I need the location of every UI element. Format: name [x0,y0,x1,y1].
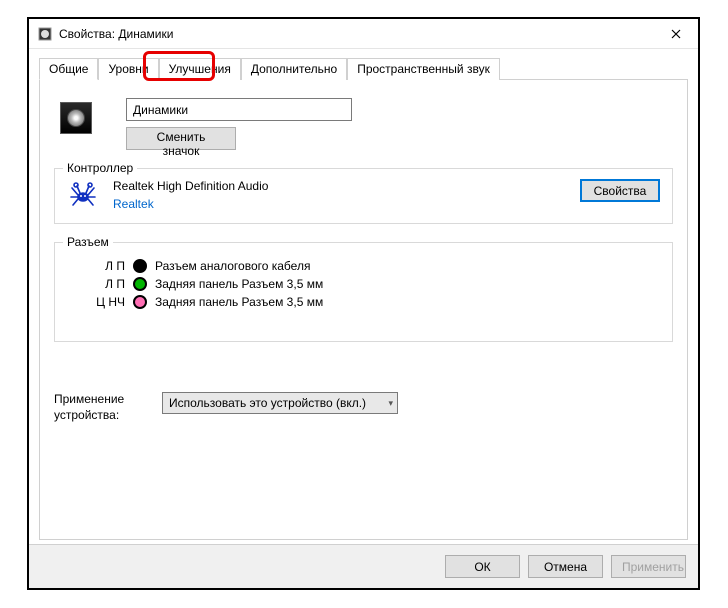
jack-color-icon [133,259,147,273]
jack-color-icon [133,295,147,309]
dialog-button-bar: ОК Отмена Применить [29,544,698,588]
jack-group: Разъем Л П Разъем аналогового кабеля Л П… [54,242,673,342]
device-usage-label: Применение устройства: [54,392,144,423]
realtek-crab-icon [67,179,99,211]
device-usage-value: Использовать это устройство (вкл.) [169,396,366,410]
jack-color-icon [133,277,147,291]
controller-group-title: Контроллер [63,161,137,175]
tab-content-general: Сменить значок Контроллер [39,80,688,540]
speaker-small-icon [37,26,53,42]
ok-button[interactable]: ОК [445,555,520,578]
window-title: Свойства: Динамики [59,27,653,41]
controller-vendor-link[interactable]: Realtek [113,197,566,211]
device-usage-select[interactable]: Использовать это устройство (вкл.) ▾ [162,392,398,414]
controller-group: Контроллер [54,168,673,224]
jack-label: Л П [67,259,125,273]
jack-label: Ц НЧ [67,295,125,309]
tab-strip: Общие Уровни Улучшения Дополнительно Про… [39,57,688,80]
tab-advanced[interactable]: Дополнительно [241,58,347,80]
jack-row: Ц НЧ Задняя панель Разъем 3,5 мм [67,295,660,309]
chevron-down-icon: ▾ [388,398,393,409]
jack-row: Л П Задняя панель Разъем 3,5 мм [67,277,660,291]
controller-name: Realtek High Definition Audio [113,179,566,193]
tab-enhancements[interactable]: Улучшения [159,58,241,80]
close-button[interactable] [653,19,698,49]
jack-desc: Разъем аналогового кабеля [155,259,310,273]
controller-properties-button[interactable]: Свойства [580,179,660,202]
jack-group-title: Разъем [63,235,113,249]
jack-desc: Задняя панель Разъем 3,5 мм [155,277,323,291]
titlebar: Свойства: Динамики [29,19,698,49]
tab-spatial[interactable]: Пространственный звук [347,58,500,80]
jack-desc: Задняя панель Разъем 3,5 мм [155,295,323,309]
tab-general[interactable]: Общие [39,58,98,80]
tab-levels[interactable]: Уровни [98,58,158,80]
device-name-input[interactable] [126,98,352,121]
jack-row: Л П Разъем аналогового кабеля [67,259,660,273]
cancel-button[interactable]: Отмена [528,555,603,578]
change-icon-button[interactable]: Сменить значок [126,127,236,150]
jack-label: Л П [67,277,125,291]
device-icon [60,102,92,134]
apply-button[interactable]: Применить [611,555,686,578]
